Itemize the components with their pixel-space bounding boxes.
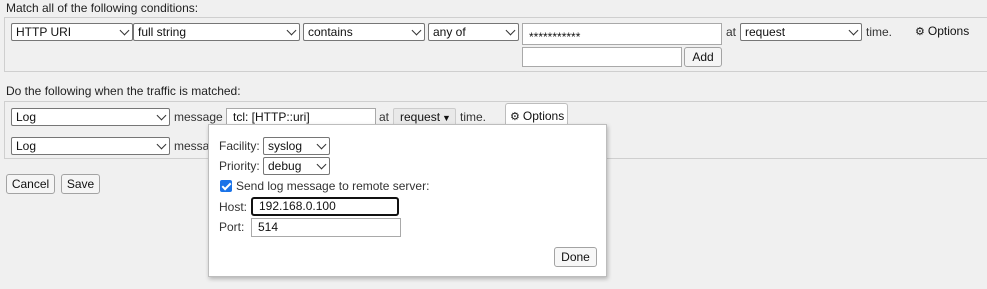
remote-server-checkbox[interactable] xyxy=(220,180,232,192)
chevron-down-icon xyxy=(286,25,297,36)
facility-value: syslog xyxy=(268,139,303,153)
action-type-select-2[interactable]: Log xyxy=(11,137,170,155)
caret-down-icon: ▼ xyxy=(442,113,451,123)
condition-at-label: at xyxy=(726,25,737,39)
action-options-label-1: Options xyxy=(522,109,565,123)
priority-select[interactable]: debug xyxy=(263,157,330,175)
chevron-down-icon xyxy=(411,25,422,36)
condition-options-button[interactable]: ⚙ Options xyxy=(915,24,969,38)
facility-select[interactable]: syslog xyxy=(263,137,330,155)
log-options-popup: Facility: syslog Priority: debug Send lo… xyxy=(208,124,607,277)
condition-field-select[interactable]: HTTP URI xyxy=(11,23,133,41)
action-message-label-1: message xyxy=(174,110,223,124)
action-time-label-1: time. xyxy=(460,110,487,124)
cancel-button[interactable]: Cancel xyxy=(6,174,55,194)
priority-label: Priority: xyxy=(219,159,260,173)
condition-match-type-value: full string xyxy=(138,25,187,39)
remote-server-label: Send log message to remote server: xyxy=(236,179,430,193)
save-button[interactable]: Save xyxy=(61,174,100,194)
condition-time-label: time. xyxy=(866,25,893,39)
condition-timing-value: request xyxy=(745,25,786,39)
condition-operator-value: contains xyxy=(308,25,353,39)
port-label: Port: xyxy=(219,220,245,234)
chevron-down-icon xyxy=(848,25,859,36)
condition-timing-select[interactable]: request xyxy=(740,23,862,41)
add-value-button[interactable]: Add xyxy=(684,47,722,67)
chevron-down-icon xyxy=(316,159,327,170)
action-timing-value-1: request xyxy=(400,110,441,124)
chevron-down-icon xyxy=(156,139,167,150)
condition-quantifier-select[interactable]: any of xyxy=(428,23,519,41)
condition-operator-select[interactable]: contains xyxy=(303,23,425,41)
gear-icon: ⚙ xyxy=(915,26,925,38)
action-type-value-2: Log xyxy=(16,139,37,153)
condition-field-value: HTTP URI xyxy=(16,25,72,39)
condition-new-value-input[interactable] xyxy=(522,47,682,67)
action-message-label-2: messa xyxy=(174,139,210,153)
facility-label: Facility: xyxy=(219,139,260,153)
host-input[interactable]: 192.168.0.100 xyxy=(251,197,399,216)
port-input[interactable]: 514 xyxy=(251,218,401,237)
gear-icon: ⚙ xyxy=(510,111,520,123)
host-label: Host: xyxy=(219,200,248,214)
chevron-down-icon xyxy=(316,139,327,150)
match-section-label: Match all of the following conditions: xyxy=(6,1,199,15)
action-type-value-1: Log xyxy=(16,110,37,124)
chevron-down-icon xyxy=(505,25,516,36)
chevron-down-icon xyxy=(156,110,167,121)
condition-match-type-select[interactable]: full string xyxy=(133,23,300,41)
action-type-select-1[interactable]: Log xyxy=(11,108,170,126)
condition-row: HTTP URI full string contains any of ***… xyxy=(4,17,987,72)
action-section-label: Do the following when the traffic is mat… xyxy=(6,84,241,98)
condition-options-label: Options xyxy=(927,24,970,38)
condition-value-item[interactable]: *********** xyxy=(522,23,722,45)
action-at-label-1: at xyxy=(379,110,390,124)
done-button[interactable]: Done xyxy=(554,247,597,267)
condition-quantifier-value: any of xyxy=(433,25,466,39)
priority-value: debug xyxy=(268,159,302,173)
chevron-down-icon xyxy=(119,25,130,36)
